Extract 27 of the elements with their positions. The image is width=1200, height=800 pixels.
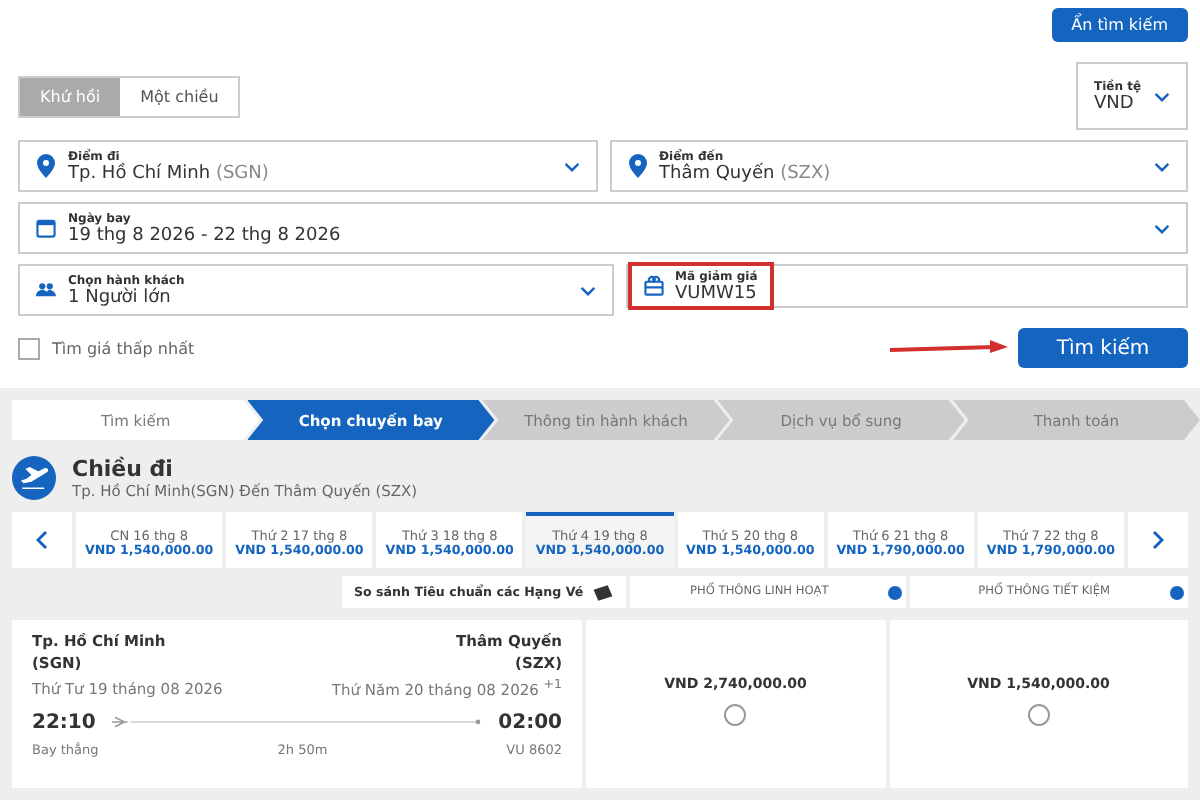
lowest-fare-checkbox[interactable]: Tìm giá thấp nhất (18, 337, 195, 359)
chevron-down-icon (1154, 161, 1170, 171)
chevron-right-icon (1151, 530, 1164, 550)
gift-box-icon (643, 274, 663, 298)
chevron-down-icon (1154, 91, 1170, 101)
people-icon (36, 278, 56, 302)
hide-search-button[interactable]: Ẩn tìm kiếm (1051, 8, 1188, 42)
info-icon[interactable] (1170, 585, 1185, 599)
next-button[interactable] (1127, 512, 1188, 568)
direction-title: Chiều đi (72, 456, 175, 482)
previous-button[interactable] (12, 512, 72, 568)
chevron-left-icon (36, 530, 48, 550)
airplane-icon (12, 456, 56, 500)
chevron-down-icon (579, 285, 595, 295)
chevron-down-icon (563, 161, 579, 171)
search-button[interactable]: Tìm kiếm (1018, 328, 1188, 368)
arrival-time: 02:00 (498, 711, 562, 733)
location-pin-icon (36, 154, 56, 178)
info-icon[interactable] (888, 585, 903, 599)
fare-radio[interactable] (1027, 704, 1050, 726)
calendar-icon (36, 216, 56, 240)
location-pin-icon (627, 154, 647, 178)
chevron-down-icon (1154, 223, 1170, 233)
ticket-icon (591, 583, 614, 601)
fare-radio[interactable] (724, 704, 747, 726)
departure-time: 22:10 (32, 711, 96, 733)
arrow-annotation (890, 338, 1010, 358)
